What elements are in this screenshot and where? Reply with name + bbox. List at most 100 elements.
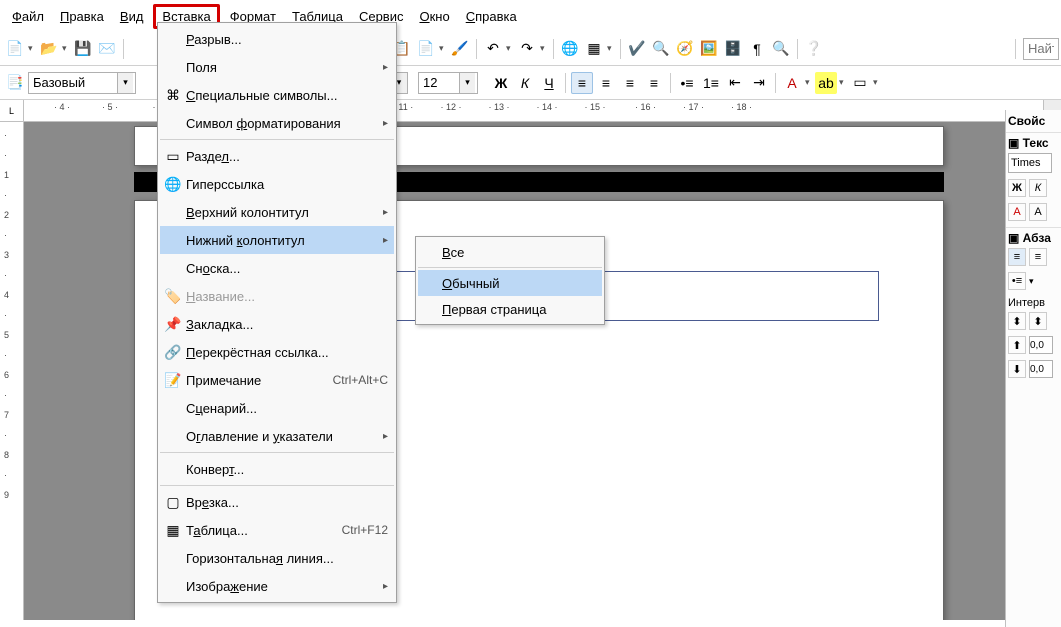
menu-image[interactable]: Изображение ▸ (160, 572, 394, 600)
paragraph-style-input[interactable] (29, 73, 117, 93)
paste-dropdown[interactable]: ▾ (439, 43, 447, 54)
separator (797, 39, 798, 59)
sidebar-font-name[interactable] (1008, 153, 1052, 173)
sidebar-italic-button[interactable]: К (1029, 179, 1047, 197)
menu-break[interactable]: Разрыв... (160, 25, 394, 53)
sidebar-fontcolor-button[interactable]: A (1008, 203, 1026, 221)
numbering-button[interactable]: 1≡ (700, 72, 722, 94)
sidebar-spacing-inc[interactable]: ⬍ (1008, 312, 1026, 330)
menu-window-label: кно (430, 9, 450, 24)
sidebar-below-value[interactable] (1029, 360, 1053, 378)
menu-toc[interactable]: Оглавление и указатели ▸ (160, 422, 394, 450)
menu-file[interactable]: Файл (6, 7, 50, 26)
menu-edit[interactable]: Правка (54, 7, 110, 26)
font-color-dropdown[interactable]: ▾ (805, 77, 813, 88)
menu-special-chars[interactable]: ⌘ Специальные символы... (160, 81, 394, 109)
find-button[interactable]: 🔍 (650, 38, 672, 60)
menu-view[interactable]: Вид (114, 7, 150, 26)
sidebar-below-space[interactable]: ⬇ (1008, 360, 1026, 378)
highlight-dropdown[interactable]: ▾ (839, 77, 847, 88)
navigator-button[interactable]: 🧭 (674, 38, 696, 60)
menu-envelope[interactable]: Конверт... (160, 455, 394, 483)
sidebar-bullets[interactable]: •≡ (1008, 272, 1026, 290)
sidebar-above-value[interactable] (1029, 336, 1053, 354)
menu-fields[interactable]: Поля ▸ (160, 53, 394, 81)
spellcheck-button[interactable]: ✔️ (626, 38, 648, 60)
bgcolor-button[interactable]: ▭ (849, 72, 871, 94)
menu-hrule[interactable]: Горизонтальная линия... (160, 544, 394, 572)
footer-submenu: Все Обычный Первая страница (415, 236, 605, 325)
styles-button[interactable]: 📑 (4, 72, 26, 94)
redo-button[interactable]: ↷ (516, 38, 538, 60)
zoom-button[interactable]: 🔍 (770, 38, 792, 60)
menu-footer[interactable]: Нижний колонтитул ▸ (160, 226, 394, 254)
font-size-combo[interactable]: ▾ (418, 72, 478, 94)
comment-icon: 📝 (160, 372, 186, 389)
sidebar-above-space[interactable]: ⬆ (1008, 336, 1026, 354)
sidebar-charfx-button[interactable]: A (1029, 203, 1047, 221)
sidebar-align-left[interactable]: ≡ (1008, 248, 1026, 266)
menu-bookmark[interactable]: 📌 Закладка... (160, 310, 394, 338)
paragraph-style-combo[interactable]: ▾ (28, 72, 136, 94)
menu-script[interactable]: Сценарий... (160, 394, 394, 422)
paste-button[interactable]: 📄 (415, 38, 437, 60)
submenu-all[interactable]: Все (418, 239, 602, 265)
align-left-button[interactable]: ≡ (571, 72, 593, 94)
bold-button[interactable]: Ж (490, 72, 512, 94)
italic-button[interactable]: К (514, 72, 536, 94)
align-center-button[interactable]: ≡ (595, 72, 617, 94)
undo-button[interactable]: ↶ (482, 38, 504, 60)
menu-header[interactable]: Верхний колонтитул ▸ (160, 198, 394, 226)
chevron-down-icon[interactable]: ▾ (117, 73, 133, 93)
sidebar-align-center[interactable]: ≡ (1029, 248, 1047, 266)
sidebar-bold-button[interactable]: Ж (1008, 179, 1026, 197)
menu-frame[interactable]: ▢ Врезка... (160, 488, 394, 516)
menu-image-label: Изображение (186, 579, 383, 594)
bgcolor-dropdown[interactable]: ▾ (873, 77, 881, 88)
format-paintbrush-button[interactable]: 🖌️ (449, 38, 471, 60)
redo-dropdown[interactable]: ▾ (540, 43, 548, 54)
sidebar-text-label: Текс (1023, 136, 1049, 150)
email-button[interactable]: ✉️ (96, 38, 118, 60)
menu-section[interactable]: ▭ Раздел... (160, 142, 394, 170)
decrease-indent-button[interactable]: ⇤ (724, 72, 746, 94)
menu-hyperlink[interactable]: 🌐 Гиперссылка (160, 170, 394, 198)
undo-dropdown[interactable]: ▾ (506, 43, 514, 54)
menu-help[interactable]: Справка (460, 7, 523, 26)
chevron-down-icon[interactable]: ▾ (459, 73, 475, 93)
sidebar-spacing-dec[interactable]: ⬍ (1029, 312, 1047, 330)
new-dropdown[interactable]: ▾ (28, 43, 36, 54)
highlight-button[interactable]: ab (815, 72, 837, 94)
font-color-button[interactable]: A (781, 72, 803, 94)
new-button[interactable]: 📄 (4, 38, 26, 60)
align-right-button[interactable]: ≡ (619, 72, 641, 94)
menu-file-label: айл (22, 9, 44, 24)
align-justify-button[interactable]: ≡ (643, 72, 665, 94)
menu-insert-table[interactable]: ▦ Таблица... Ctrl+F12 (160, 516, 394, 544)
table-dropdown[interactable]: ▾ (607, 43, 615, 54)
menu-separator (418, 267, 602, 268)
menu-window[interactable]: Окно (413, 7, 455, 26)
increase-indent-button[interactable]: ⇥ (748, 72, 770, 94)
nonprinting-chars-button[interactable]: ¶ (746, 38, 768, 60)
open-button[interactable]: 📂 (38, 38, 60, 60)
datasources-button[interactable]: 🗄️ (722, 38, 744, 60)
menu-footnote[interactable]: Сноска... (160, 254, 394, 282)
submenu-first-rest: ервая страница (451, 302, 546, 317)
find-input[interactable] (1023, 38, 1059, 60)
bullets-button[interactable]: •≡ (676, 72, 698, 94)
hyperlink-button[interactable]: 🌐 (559, 38, 581, 60)
menu-script-label: Сценарий... (186, 401, 388, 416)
menu-comment[interactable]: 📝 Примечание Ctrl+Alt+C (160, 366, 394, 394)
menu-crossref[interactable]: 🔗 Перекрёстная ссылка... (160, 338, 394, 366)
submenu-first-page[interactable]: Первая страница (418, 296, 602, 322)
open-dropdown[interactable]: ▾ (62, 43, 70, 54)
underline-button[interactable]: Ч (538, 72, 560, 94)
menu-formatting-mark[interactable]: Символ форматирования ▸ (160, 109, 394, 137)
font-size-input[interactable] (419, 73, 459, 93)
save-button[interactable]: 💾 (72, 38, 94, 60)
gallery-button[interactable]: 🖼️ (698, 38, 720, 60)
submenu-default[interactable]: Обычный (418, 270, 602, 296)
table-button[interactable]: ▦ (583, 38, 605, 60)
help-button[interactable]: ❔ (803, 38, 825, 60)
